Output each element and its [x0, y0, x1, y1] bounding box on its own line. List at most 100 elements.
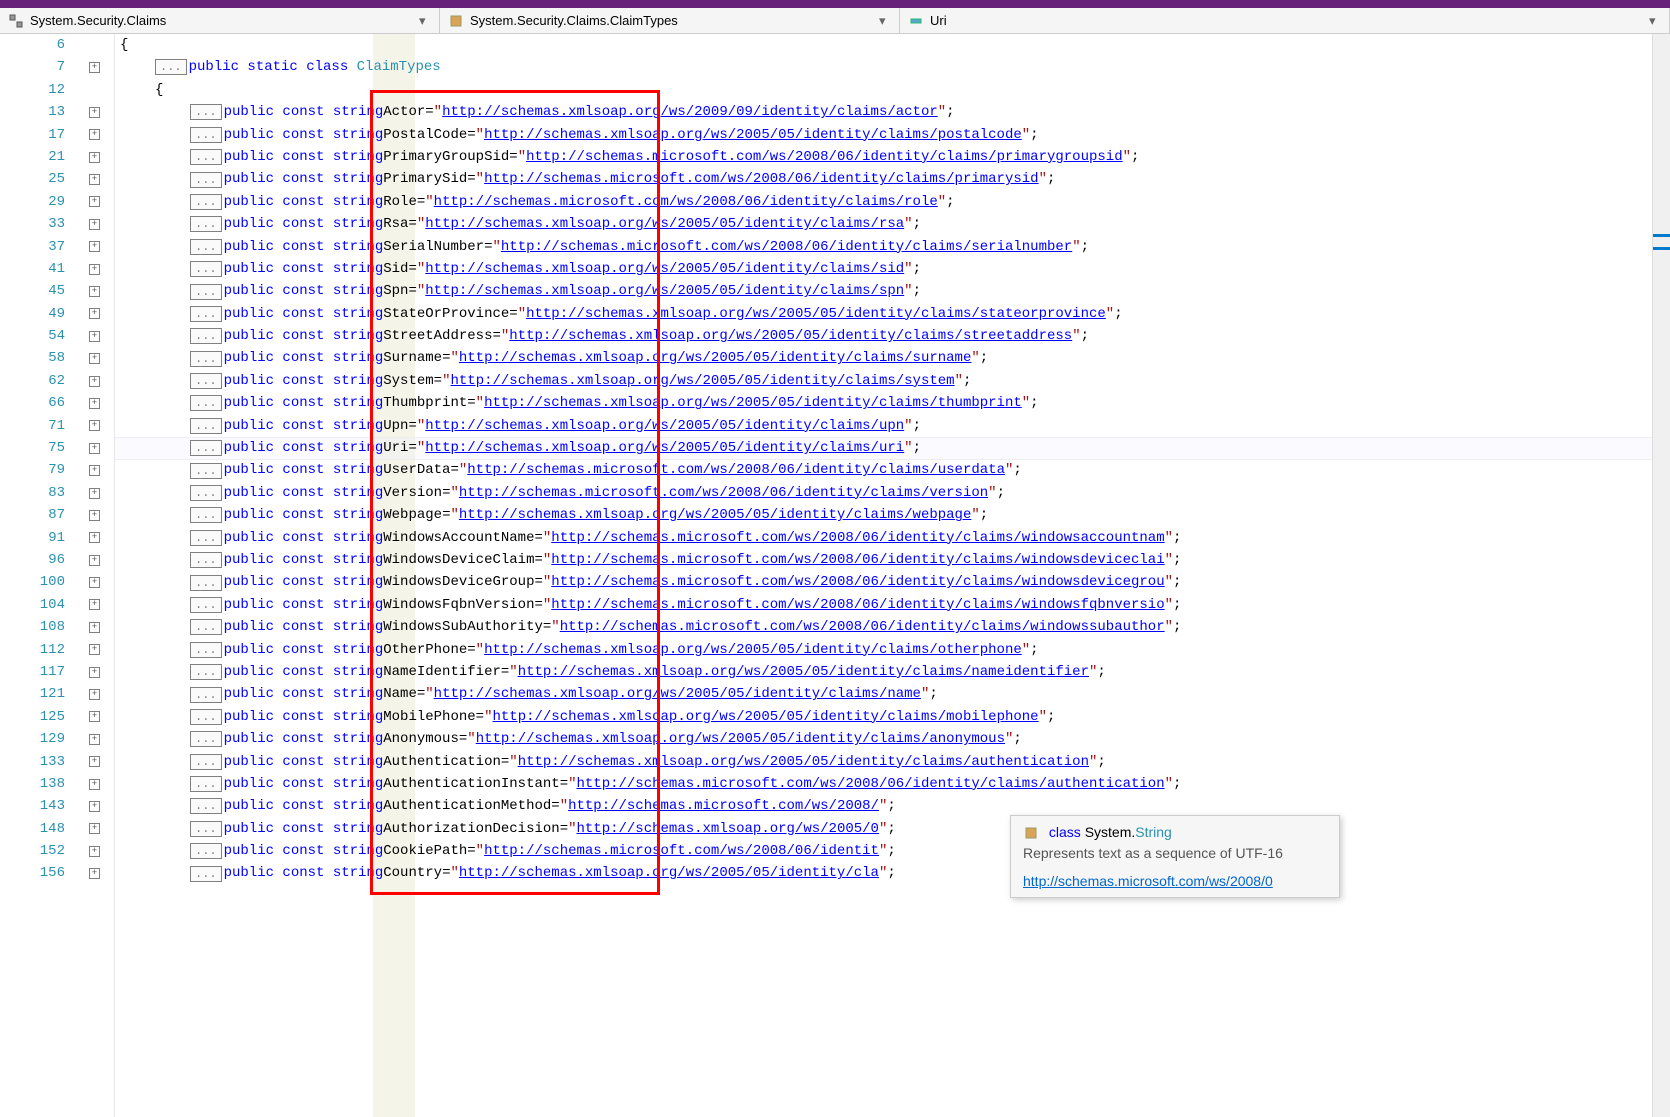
- collapsed-region[interactable]: ...: [190, 373, 222, 389]
- code-line[interactable]: ...public const string Rsa = "http://sch…: [115, 213, 1670, 235]
- code-line[interactable]: ...public const string Anonymous = "http…: [115, 728, 1670, 750]
- collapsed-region[interactable]: ...: [190, 127, 222, 143]
- url-link[interactable]: http://schemas.microsoft.com/ws/2008/: [568, 795, 879, 817]
- collapsed-region[interactable]: ...: [190, 440, 222, 456]
- class-dropdown[interactable]: System.Security.Claims.ClaimTypes ▾: [440, 8, 900, 33]
- url-link[interactable]: http://schemas.xmlsoap.org/ws/2005/05/id…: [459, 347, 971, 369]
- url-link[interactable]: http://schemas.microsoft.com/ws/2008/06/…: [551, 527, 1164, 549]
- collapsed-region[interactable]: ...: [190, 328, 222, 344]
- code-line[interactable]: ...public const string Thumbprint = "htt…: [115, 392, 1670, 414]
- collapsed-region[interactable]: ...: [190, 619, 222, 635]
- url-link[interactable]: http://schemas.xmlsoap.org/ws/2005/05/id…: [484, 124, 1022, 146]
- url-link[interactable]: http://schemas.microsoft.com/ws/2008/06/…: [484, 168, 1039, 190]
- code-line[interactable]: ...public const string Name = "http://sc…: [115, 683, 1670, 705]
- code-line[interactable]: ...public const string Webpage = "http:/…: [115, 504, 1670, 526]
- url-link[interactable]: http://schemas.xmlsoap.org/ws/2005/05/id…: [484, 639, 1022, 661]
- fold-toggle[interactable]: +: [89, 264, 100, 275]
- collapsed-region[interactable]: ...: [190, 395, 222, 411]
- collapsed-region[interactable]: ...: [190, 239, 222, 255]
- fold-toggle[interactable]: +: [89, 152, 100, 163]
- fold-toggle[interactable]: +: [89, 622, 100, 633]
- collapsed-region[interactable]: ...: [190, 149, 222, 165]
- url-link[interactable]: http://schemas.xmlsoap.org/ws/2005/05/id…: [425, 280, 904, 302]
- url-link[interactable]: http://schemas.microsoft.com/ws/2008/06/…: [551, 594, 1164, 616]
- code-line[interactable]: ...public const string Surname = "http:/…: [115, 347, 1670, 369]
- code-line[interactable]: ...public const string OtherPhone = "htt…: [115, 639, 1670, 661]
- url-link[interactable]: http://schemas.xmlsoap.org/ws/2005/05/id…: [518, 751, 1089, 773]
- url-link[interactable]: http://schemas.microsoft.com/ws/2008/06/…: [434, 191, 938, 213]
- collapsed-region[interactable]: ...: [190, 485, 222, 501]
- code-line[interactable]: ...public const string AuthenticationMet…: [115, 795, 1670, 817]
- fold-toggle[interactable]: +: [89, 286, 100, 297]
- fold-toggle[interactable]: +: [89, 734, 100, 745]
- fold-toggle[interactable]: +: [89, 577, 100, 588]
- collapsed-region[interactable]: ...: [155, 59, 187, 75]
- code-line[interactable]: ...public const string WindowsDeviceGrou…: [115, 571, 1670, 593]
- collapsed-region[interactable]: ...: [190, 709, 222, 725]
- fold-toggle[interactable]: +: [89, 331, 100, 342]
- collapsed-region[interactable]: ...: [190, 507, 222, 523]
- code-line[interactable]: ...public const string Upn = "http://sch…: [115, 415, 1670, 437]
- fold-toggle[interactable]: +: [89, 488, 100, 499]
- collapsed-region[interactable]: ...: [190, 843, 222, 859]
- fold-toggle[interactable]: +: [89, 846, 100, 857]
- code-line[interactable]: ...public const string AuthenticationIns…: [115, 773, 1670, 795]
- code-line[interactable]: ...public const string UserData = "http:…: [115, 459, 1670, 481]
- code-line[interactable]: ...public const string Version = "http:/…: [115, 482, 1670, 504]
- fold-toggle[interactable]: +: [89, 510, 100, 521]
- collapsed-region[interactable]: ...: [190, 284, 222, 300]
- fold-toggle[interactable]: +: [89, 801, 100, 812]
- fold-toggle[interactable]: +: [89, 465, 100, 476]
- fold-toggle[interactable]: +: [89, 599, 100, 610]
- collapsed-region[interactable]: ...: [190, 642, 222, 658]
- code-line[interactable]: ...public const string WindowsDeviceClai…: [115, 549, 1670, 571]
- code-editor[interactable]: 6712131721252933374145495458626671757983…: [0, 34, 1670, 1117]
- collapsed-region[interactable]: ...: [190, 194, 222, 210]
- code-line[interactable]: ...public const string Sid = "http://sch…: [115, 258, 1670, 280]
- fold-toggle[interactable]: +: [89, 62, 100, 73]
- fold-toggle[interactable]: +: [89, 532, 100, 543]
- code-line[interactable]: ...public const string PrimaryGroupSid =…: [115, 146, 1670, 168]
- code-line[interactable]: ...public const string StreetAddress = "…: [115, 325, 1670, 347]
- code-line[interactable]: ...public const string MobilePhone = "ht…: [115, 706, 1670, 728]
- collapsed-region[interactable]: ...: [190, 530, 222, 546]
- code-line[interactable]: {: [115, 79, 1670, 101]
- collapsed-region[interactable]: ...: [190, 731, 222, 747]
- url-link[interactable]: http://schemas.xmlsoap.org/ws/2005/05/id…: [526, 303, 1106, 325]
- collapsed-region[interactable]: ...: [190, 172, 222, 188]
- fold-toggle[interactable]: +: [89, 353, 100, 364]
- code-line[interactable]: ...public const string AuthorizationDeci…: [115, 818, 1670, 840]
- collapsed-region[interactable]: ...: [190, 821, 222, 837]
- code-line[interactable]: ...public const string PostalCode = "htt…: [115, 124, 1670, 146]
- fold-toggle[interactable]: +: [89, 107, 100, 118]
- url-link[interactable]: http://schemas.xmlsoap.org/ws/2005/05/id…: [492, 706, 1038, 728]
- url-link[interactable]: http://schemas.xmlsoap.org/ws/2005/05/id…: [509, 325, 1072, 347]
- collapsed-region[interactable]: ...: [190, 664, 222, 680]
- url-link[interactable]: http://schemas.microsoft.com/ws/2008/06/…: [577, 773, 1165, 795]
- url-link[interactable]: http://schemas.microsoft.com/ws/2008/06/…: [560, 616, 1165, 638]
- fold-toggle[interactable]: +: [89, 868, 100, 879]
- collapsed-region[interactable]: ...: [190, 552, 222, 568]
- collapsed-region[interactable]: ...: [190, 575, 222, 591]
- code-line[interactable]: ...public const string Role = "http://sc…: [115, 191, 1670, 213]
- code-line[interactable]: ...public const string Spn = "http://sch…: [115, 280, 1670, 302]
- code-line[interactable]: ...public const string Authentication = …: [115, 751, 1670, 773]
- url-link[interactable]: http://schemas.microsoft.com/ws/2008/06/…: [459, 482, 988, 504]
- url-link[interactable]: http://schemas.microsoft.com/ws/2008/06/…: [551, 571, 1164, 593]
- url-link[interactable]: http://schemas.xmlsoap.org/ws/2005/05/id…: [484, 392, 1022, 414]
- fold-toggle[interactable]: +: [89, 308, 100, 319]
- code-line[interactable]: ...public const string Country = "http:/…: [115, 862, 1670, 884]
- member-dropdown[interactable]: Uri ▾: [900, 8, 1670, 33]
- collapsed-region[interactable]: ...: [190, 687, 222, 703]
- code-line[interactable]: ...public static class ClaimTypes: [115, 56, 1670, 78]
- url-link[interactable]: http://schemas.xmlsoap.org/ws/2005/05/id…: [425, 415, 904, 437]
- collapsed-region[interactable]: ...: [190, 104, 222, 120]
- collapsed-region[interactable]: ...: [190, 351, 222, 367]
- namespace-dropdown[interactable]: System.Security.Claims ▾: [0, 8, 440, 33]
- code-line[interactable]: ...public const string CookiePath = "htt…: [115, 840, 1670, 862]
- code-line[interactable]: ...public const string NameIdentifier = …: [115, 661, 1670, 683]
- collapsed-region[interactable]: ...: [190, 866, 222, 882]
- fold-toggle[interactable]: +: [89, 420, 100, 431]
- code-line[interactable]: {: [115, 34, 1670, 56]
- fold-toggle[interactable]: +: [89, 129, 100, 140]
